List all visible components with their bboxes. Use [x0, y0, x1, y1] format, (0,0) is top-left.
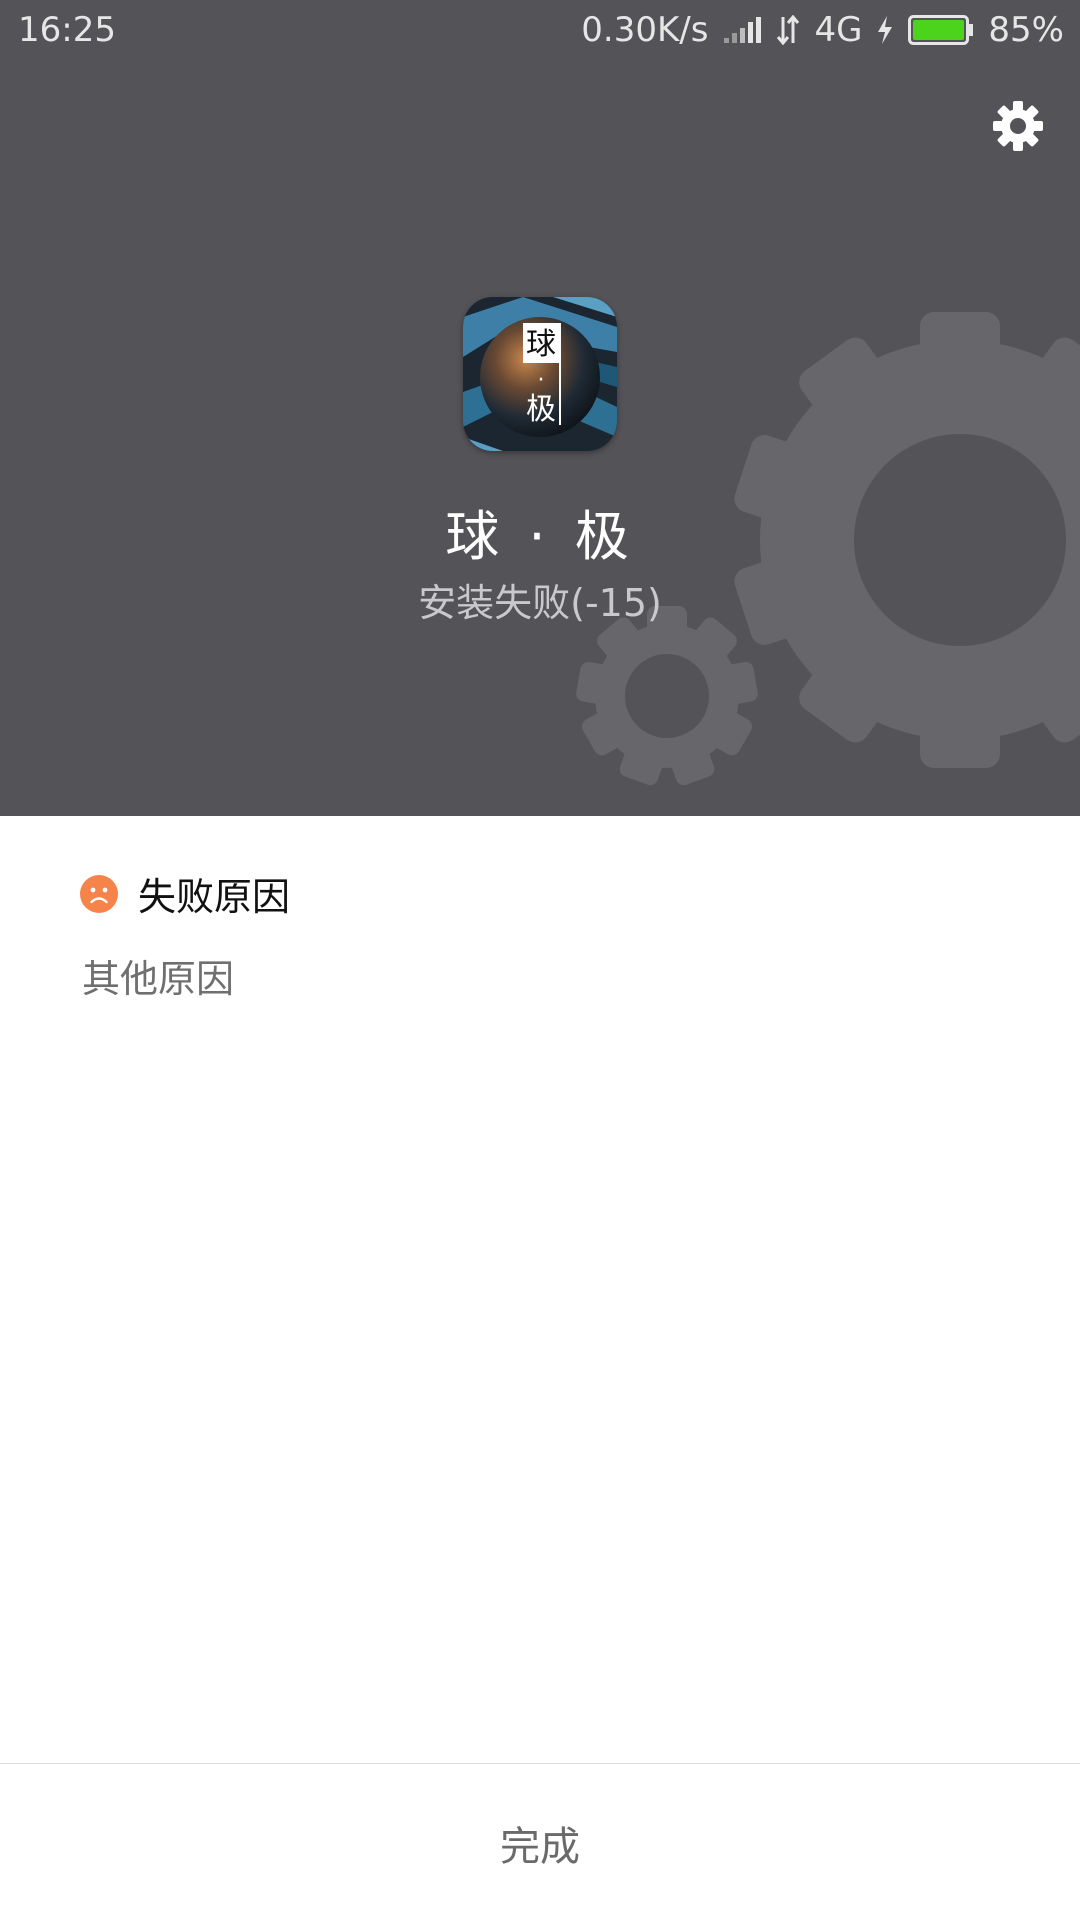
status-time: 16:25 [18, 10, 116, 50]
done-button[interactable]: 完成 [0, 1764, 1080, 1920]
app-icon-char-3: 极 [526, 392, 556, 427]
status-bar: 16:25 0.30K/s 4G 85% [0, 0, 1080, 62]
install-header: 16:25 0.30K/s 4G 85% 球 · 极 球 · 极 安装失败(-1… [0, 0, 1080, 816]
gear-icon[interactable] [992, 100, 1044, 152]
failure-reason-title: 失败原因 [138, 875, 291, 919]
failure-reason-text: 其他原因 [82, 957, 235, 1001]
data-arrows-icon [777, 15, 800, 45]
signal-icon [724, 17, 762, 43]
install-status: 安装失败(-15) [418, 581, 662, 625]
network-speed: 0.30K/s [581, 10, 709, 50]
battery-percent: 85% [988, 10, 1064, 50]
app-icon-char-1: 球 [526, 327, 556, 362]
footer-bar: 完成 [0, 1763, 1080, 1920]
sad-face-icon [80, 874, 118, 913]
app-name: 球 · 极 [445, 505, 635, 568]
app-icon-char-2: · [538, 368, 545, 393]
battery-icon [908, 15, 974, 45]
status-indicators: 0.30K/s 4G 85% [581, 10, 1064, 50]
app-icon: 球 · 极 [463, 297, 617, 451]
failure-reason-header: 失败原因 [80, 866, 290, 921]
network-type: 4G [814, 10, 863, 50]
install-result-screen: 16:25 0.30K/s 4G 85% 球 · 极 球 · 极 安装失败(-1… [0, 0, 1080, 1920]
charging-icon [878, 16, 893, 44]
